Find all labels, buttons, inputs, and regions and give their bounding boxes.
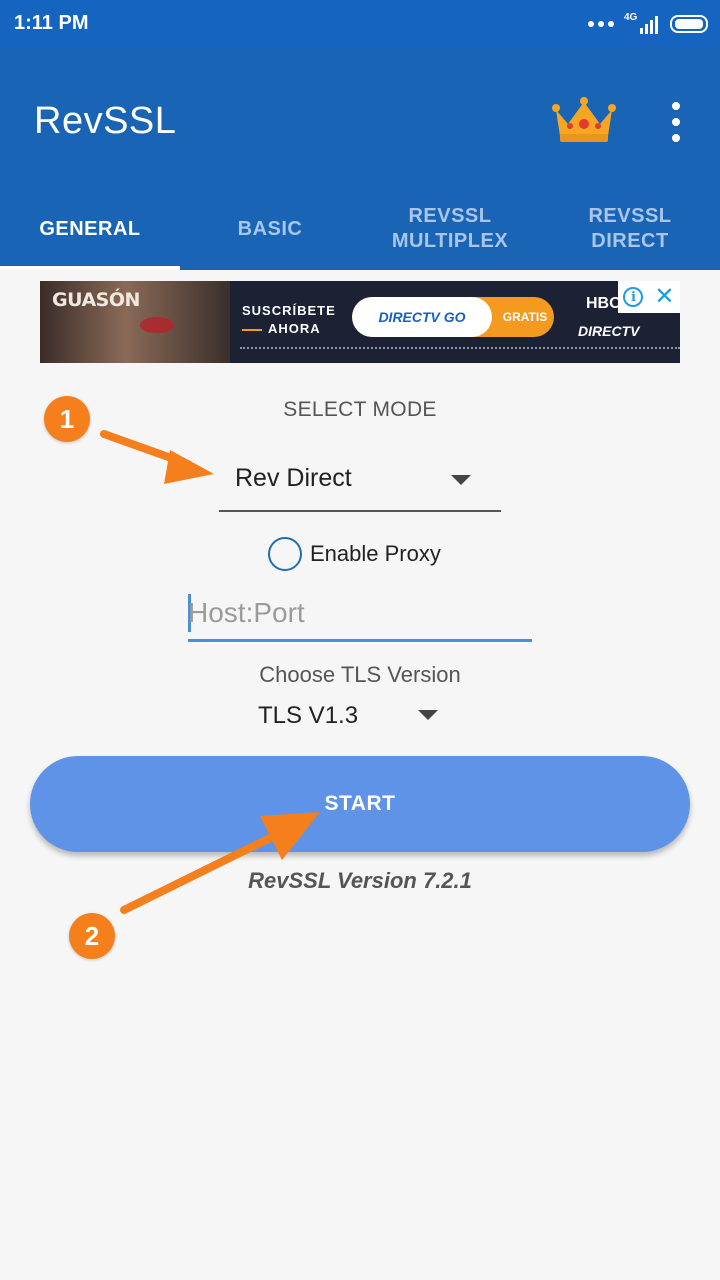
host-port-input[interactable] xyxy=(188,590,532,636)
overflow-menu-icon[interactable] xyxy=(666,102,686,142)
tab-revssl-multiplex[interactable]: REVSSL MULTIPLEX xyxy=(360,188,540,270)
tls-version-label: Choose TLS Version xyxy=(259,662,461,687)
version-text: RevSSL Version 7.2.1 xyxy=(248,868,472,893)
tab-bar: GENERAL BASIC REVSSL MULTIPLEX REVSSL DI… xyxy=(0,188,720,270)
select-mode-label: SELECT MODE xyxy=(283,398,437,421)
host-port-field[interactable] xyxy=(188,590,532,642)
dropdown-arrow-icon xyxy=(418,710,438,720)
battery-icon xyxy=(670,15,708,33)
start-button[interactable]: START xyxy=(30,756,690,852)
tls-version-dropdown[interactable]: TLS V1.3 xyxy=(248,694,448,738)
ad-line1: SUSCRÍBETE xyxy=(242,303,336,318)
mode-dropdown[interactable]: Rev Direct xyxy=(219,450,501,512)
enable-proxy-toggle[interactable]: Enable Proxy xyxy=(268,534,441,574)
status-time: 1:11 PM xyxy=(14,12,89,34)
radio-button[interactable] xyxy=(268,537,302,571)
tab-revssl-direct[interactable]: REVSSL DIRECT xyxy=(540,188,720,270)
enable-proxy-label: Enable Proxy xyxy=(310,541,441,566)
ad-choices[interactable]: i ✕ xyxy=(618,281,680,313)
ad-line2: AHORA xyxy=(242,321,321,336)
tab-general[interactable]: GENERAL xyxy=(0,188,180,270)
ad-brand2: DIRECTV xyxy=(578,323,640,339)
app-title: RevSSL xyxy=(34,100,177,142)
more-notifications-icon xyxy=(588,21,614,27)
ad-title: GUASÓN xyxy=(52,289,140,311)
close-icon[interactable]: ✕ xyxy=(654,285,674,309)
info-icon[interactable]: i xyxy=(623,287,644,307)
arrow-1 xyxy=(100,430,214,484)
ad-hbo: HBO xyxy=(586,295,622,312)
dropdown-arrow-icon xyxy=(451,475,471,485)
ad-brand: DIRECTV GO xyxy=(352,297,492,337)
app-bar: RevSSL GENERAL BASIC REVSSL MULTIPLEX RE… xyxy=(0,48,720,270)
signal-icon: 4G xyxy=(624,12,660,36)
step-2-badge: 2 xyxy=(69,913,115,959)
status-icons: 4G xyxy=(588,10,708,38)
tls-version-value: TLS V1.3 xyxy=(258,702,359,729)
ad-fine-print xyxy=(240,347,680,352)
tab-basic[interactable]: BASIC xyxy=(180,188,360,270)
mode-value: Rev Direct xyxy=(235,464,352,492)
step-1-badge: 1 xyxy=(44,396,90,442)
ad-cta[interactable]: DIRECTV GO GRATIS xyxy=(352,297,554,337)
crown-icon[interactable] xyxy=(550,94,618,146)
ad-banner[interactable]: GUASÓN SUSCRÍBETE AHORA DIRECTV GO GRATI… xyxy=(40,281,680,363)
ad-cta-label: GRATIS xyxy=(502,310,548,324)
status-bar: 1:11 PM 4G xyxy=(0,0,720,48)
